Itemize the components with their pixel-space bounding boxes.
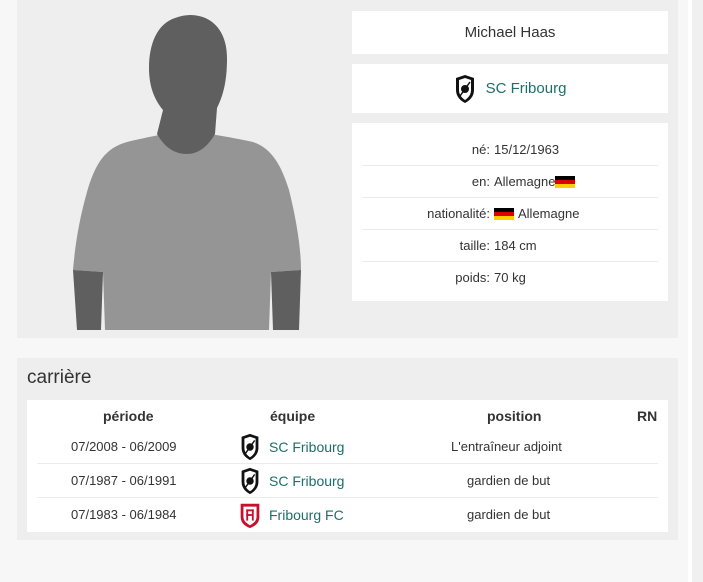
team-link[interactable]: SC Fribourg (269, 473, 344, 489)
period-cell: 07/1987 - 06/1991 (71, 473, 177, 488)
career-title: carrière (27, 367, 92, 388)
column-header-team: équipe (270, 408, 316, 424)
nationality-value: Allemagne (518, 206, 580, 221)
info-label: poids: (455, 270, 490, 285)
right-sidebar-edge (692, 0, 703, 582)
player-silhouette-image (73, 14, 301, 330)
current-club-link[interactable]: SC Fribourg (486, 80, 567, 97)
position-cell: L'entraîneur adjoint (451, 439, 562, 454)
scf-crest-icon (455, 74, 474, 103)
scf-crest-icon (241, 467, 259, 494)
info-row-birth-place: en: Allemagne (362, 165, 658, 198)
scf-crest-icon (241, 433, 259, 460)
germany-flag-icon (494, 207, 514, 220)
info-value: Allemagne (494, 206, 579, 221)
player-name-box: Michael Haas (352, 11, 668, 54)
info-row-nationality: nationalité: Allemagne (362, 197, 658, 230)
career-table: période équipe position RN 07/2008 - 06/… (27, 400, 668, 532)
info-value: 70 kg (494, 270, 526, 285)
career-panel: carrière période équipe position RN 07/2… (17, 358, 678, 540)
info-row-weight: poids: 70 kg (362, 261, 658, 293)
column-header-period: période (103, 408, 154, 424)
column-header-rn: RN (637, 408, 658, 424)
team-cell: Fribourg FC (237, 498, 344, 531)
player-info-box: né: 15/12/1963 en: Allemagne nationalité… (352, 123, 668, 301)
info-value: 184 cm (494, 238, 537, 253)
table-row: 07/1983 - 06/1984 Fribourg FC gardien de… (37, 498, 658, 531)
info-value: 15/12/1963 (494, 142, 559, 157)
main-column: Michael Haas SC Fribourg né: 15/12/1963 … (0, 0, 688, 582)
table-row: 07/1987 - 06/1991 SC Fribourg gardien de… (37, 464, 658, 498)
info-row-height: taille: 184 cm (362, 229, 658, 262)
team-link[interactable]: SC Fribourg (269, 439, 344, 455)
info-row-birth-date: né: 15/12/1963 (362, 133, 658, 166)
table-row: 07/2008 - 06/2009 SC Fribourg L'entraîne… (37, 430, 658, 464)
period-cell: 07/2008 - 06/2009 (71, 439, 177, 454)
column-header-position: position (487, 408, 542, 424)
team-link[interactable]: Fribourg FC (269, 507, 344, 523)
team-cell: SC Fribourg (239, 464, 344, 497)
team-cell: SC Fribourg (239, 430, 344, 463)
info-label: nationalité: (427, 206, 490, 221)
player-name: Michael Haas (464, 24, 556, 41)
period-cell: 07/1983 - 06/1984 (71, 507, 177, 522)
fribourg-fc-crest-icon (240, 503, 260, 528)
info-label: né: (471, 142, 490, 157)
position-cell: gardien de but (467, 473, 551, 488)
info-label: en: (471, 174, 490, 189)
player-profile-panel: Michael Haas SC Fribourg né: 15/12/1963 … (17, 0, 678, 338)
position-cell: gardien de but (467, 507, 551, 522)
info-value: Allemagne (494, 174, 576, 189)
info-label: taille: (459, 238, 490, 253)
weight-value: 70 kg (494, 270, 526, 285)
birth-date-value: 15/12/1963 (494, 142, 560, 157)
height-value: 184 cm (494, 238, 537, 253)
current-club-box[interactable]: SC Fribourg (352, 64, 668, 113)
birth-country-value: Allemagne (494, 174, 556, 189)
germany-flag-icon (555, 175, 576, 188)
